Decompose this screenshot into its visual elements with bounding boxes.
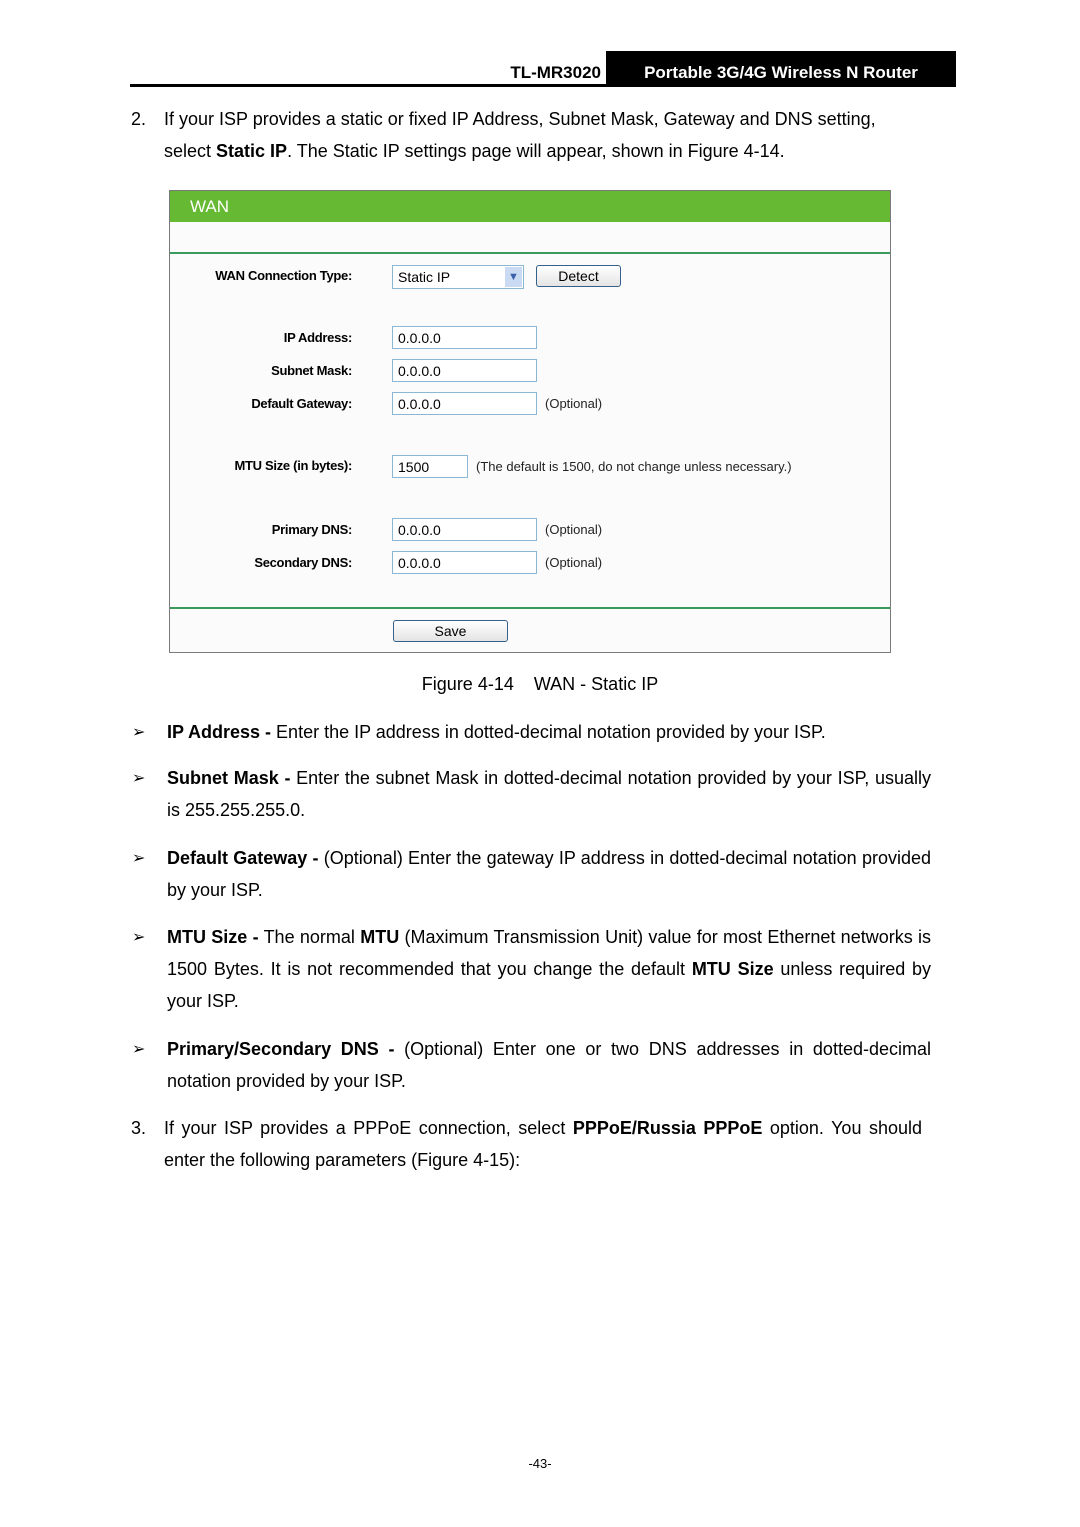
secondary-dns-label: Secondary DNS: <box>254 555 352 570</box>
step2-paragraph: If your ISP provides a static or fixed I… <box>164 103 934 167</box>
step3-paragraph: If your ISP provides a PPPoE connection,… <box>164 1118 922 1170</box>
bullet-mtu-size: MTU Size - The normal MTU (Maximum Trans… <box>167 927 931 1011</box>
subnet-mask-label: Subnet Mask: <box>271 363 352 378</box>
mtu-size-label: MTU Size (in bytes): <box>234 458 352 473</box>
page-number: -43- <box>528 1456 552 1471</box>
mtu-size-input[interactable]: 1500 <box>392 455 468 478</box>
primary-dns-input[interactable]: 0.0.0.0 <box>392 518 537 541</box>
bottom-divider <box>170 607 890 609</box>
step2-line2: select Static IP. The Static IP settings… <box>164 141 785 161</box>
bullet-arrow-icon: ➢ <box>132 770 146 787</box>
product-name: Portable 3G/4G Wireless N Router <box>606 51 956 87</box>
bullet-arrow-icon: ➢ <box>132 929 146 946</box>
page-header: TL-MR3020 Portable 3G/4G Wireless N Rout… <box>130 51 956 87</box>
bullet-default-gateway: Default Gateway - (Optional) Enter the g… <box>167 848 931 900</box>
save-button[interactable]: Save <box>393 620 508 642</box>
bullet-arrow-icon: ➢ <box>132 1041 146 1058</box>
mtu-default-note: (The default is 1500, do not change unle… <box>476 459 792 474</box>
step2-line1: If your ISP provides a static or fixed I… <box>164 109 876 129</box>
connection-type-label: WAN Connection Type: <box>215 268 352 283</box>
model-name: TL-MR3020 <box>510 63 601 82</box>
wan-title-bar: WAN <box>170 191 890 222</box>
ip-address-input[interactable]: 0.0.0.0 <box>392 326 537 349</box>
primary-dns-label: Primary DNS: <box>271 522 353 537</box>
step-number: 3. <box>131 1118 147 1138</box>
figure-caption: Figure 4-14 WAN - Static IP <box>421 674 659 694</box>
chevron-down-icon[interactable]: ▼ <box>505 267 522 287</box>
default-gateway-input[interactable]: 0.0.0.0 <box>392 392 537 415</box>
bullet-arrow-icon: ➢ <box>132 724 146 741</box>
subnet-mask-input[interactable]: 0.0.0.0 <box>392 359 537 382</box>
bullet-subnet-mask: Subnet Mask - Enter the subnet Mask in d… <box>167 768 932 820</box>
connection-type-select[interactable]: Static IP ▼ <box>392 265 524 289</box>
secondary-dns-optional-note: (Optional) <box>545 555 603 570</box>
secondary-dns-input[interactable]: 0.0.0.0 <box>392 551 537 574</box>
static-ip-term: Static IP <box>216 141 288 161</box>
ip-address-label: IP Address: <box>283 330 353 345</box>
detect-button[interactable]: Detect <box>536 265 621 287</box>
pppoe-term: PPPoE/Russia PPPoE <box>572 1118 763 1138</box>
header-rule <box>130 84 956 87</box>
step-number: 2. <box>131 109 147 129</box>
top-divider <box>170 252 890 254</box>
gateway-optional-note: (Optional) <box>545 396 603 411</box>
default-gateway-label: Default Gateway: <box>251 396 352 411</box>
primary-dns-optional-note: (Optional) <box>545 522 603 537</box>
bullet-dns: Primary/Secondary DNS - (Optional) Enter… <box>167 1039 931 1091</box>
wan-settings-screenshot: WAN WAN Connection Type: Static IP ▼ Det… <box>169 190 891 653</box>
bullet-ip-address: IP Address - Enter the IP address in dot… <box>167 722 826 742</box>
bullet-arrow-icon: ➢ <box>132 850 146 867</box>
